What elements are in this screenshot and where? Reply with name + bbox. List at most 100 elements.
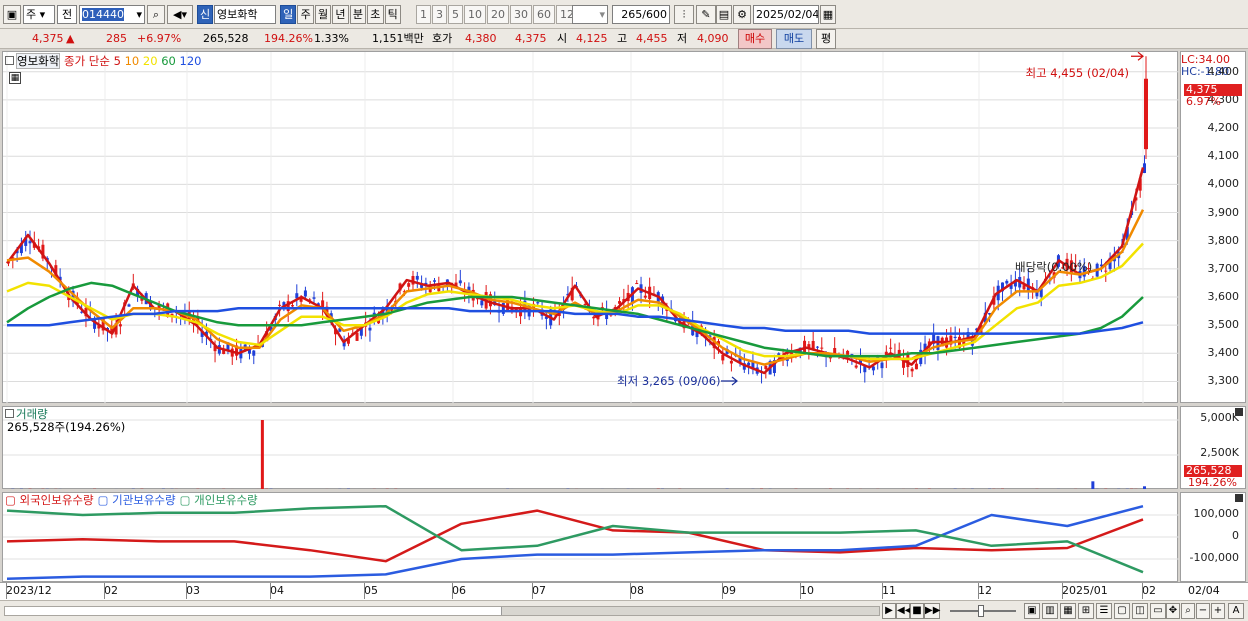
x-axis-label: 02 bbox=[104, 584, 118, 597]
period-tab[interactable]: 년 bbox=[332, 5, 349, 24]
x-axis-label: 03 bbox=[186, 584, 200, 597]
rewind-icon[interactable]: ◀◀ bbox=[896, 603, 912, 619]
volume-bar bbox=[260, 420, 264, 490]
zoom-slider-handle[interactable] bbox=[978, 605, 984, 617]
avg-button[interactable]: 평 bbox=[816, 29, 836, 49]
candle bbox=[936, 335, 940, 361]
low-annotation: 최저 3,265 (09/06) bbox=[617, 374, 721, 388]
sell-button[interactable]: 매도 bbox=[776, 29, 812, 49]
interval-tab[interactable]: 3 bbox=[432, 5, 447, 24]
zoom-slider[interactable] bbox=[950, 605, 1016, 617]
blank-select[interactable]: ▾ bbox=[572, 5, 608, 24]
window-icon[interactable]: ◫ bbox=[1132, 603, 1148, 619]
draw-icon[interactable]: ✎ bbox=[696, 5, 716, 24]
grid-icon[interactable]: ⊞ bbox=[1078, 603, 1094, 619]
fast-forward-icon[interactable]: ▶▶ bbox=[924, 603, 940, 619]
count-field[interactable]: 265/600 bbox=[612, 5, 670, 24]
holdings-legend: ▢ 외국인보유수량 ▢ 기관보유수량 ▢ 개인보유수량 bbox=[5, 493, 262, 507]
candle bbox=[910, 367, 914, 378]
speaker-icon[interactable]: ◀▾ bbox=[167, 5, 193, 24]
legend-box-icon bbox=[5, 56, 14, 65]
x-axis-label: 02 bbox=[1142, 584, 1156, 597]
ma-legend-item: 10 bbox=[124, 54, 143, 68]
save-icon[interactable]: ▤ bbox=[716, 5, 732, 24]
font-size-icon[interactable]: A bbox=[1228, 603, 1244, 619]
low-label: 저 bbox=[677, 32, 688, 45]
pan-icon[interactable]: ✥ bbox=[1166, 603, 1180, 619]
price-tick: 3,400 bbox=[1207, 346, 1240, 360]
volume-title: 거래량 bbox=[5, 407, 48, 421]
prev-select[interactable]: 전 bbox=[57, 5, 77, 24]
stock-code-value: 014440 bbox=[82, 8, 124, 21]
high-annotation: 최고 4,455 (02/04) bbox=[1025, 66, 1129, 80]
zoom-in-icon[interactable]: + bbox=[1211, 603, 1225, 619]
ma-line-20 bbox=[6, 242, 1144, 361]
close-icon[interactable] bbox=[1235, 408, 1243, 416]
search-icon[interactable]: ⌕ bbox=[147, 5, 165, 24]
price-tick: 4,100 bbox=[1207, 149, 1240, 163]
stock-code-input[interactable]: 014440 ▾ bbox=[79, 5, 145, 24]
period-tab[interactable]: 일 bbox=[280, 5, 297, 24]
price-tick: 4,400 bbox=[1207, 64, 1240, 78]
scroll-thumb[interactable] bbox=[501, 607, 879, 615]
split-icon[interactable]: ▥ bbox=[1042, 603, 1058, 619]
zoom-out-icon[interactable]: − bbox=[1196, 603, 1210, 619]
interval-tab[interactable]: 20 bbox=[487, 5, 509, 24]
stop-icon[interactable]: ■ bbox=[910, 603, 924, 619]
holdings-panel[interactable]: ▢ 외국인보유수량 ▢ 기관보유수량 ▢ 개인보유수량 bbox=[2, 492, 1179, 582]
volume-chart bbox=[3, 419, 1179, 490]
stock-name-field[interactable]: 영보화학 bbox=[214, 5, 276, 24]
zoom-icon[interactable]: ⌕ bbox=[1181, 603, 1195, 619]
scroll-track[interactable] bbox=[4, 606, 880, 616]
x-end-label: 02/04 bbox=[1188, 584, 1220, 597]
period-tab[interactable]: 주 bbox=[297, 5, 314, 24]
period-tab[interactable]: 분 bbox=[349, 5, 367, 24]
x-tick bbox=[452, 583, 453, 599]
period-tab[interactable]: 초 bbox=[367, 5, 384, 24]
buy-button[interactable]: 매수 bbox=[738, 29, 772, 49]
compare-icon[interactable]: ▣ bbox=[1024, 603, 1040, 619]
list-icon[interactable]: ☰ bbox=[1096, 603, 1112, 619]
turnover-rate: 1.33% bbox=[314, 32, 349, 45]
x-tick bbox=[104, 583, 105, 599]
x-axis-label: 06 bbox=[452, 584, 466, 597]
x-axis-label: 05 bbox=[364, 584, 378, 597]
price-tick: 3,600 bbox=[1207, 289, 1240, 303]
type-select[interactable]: 주 ▾ bbox=[23, 5, 55, 24]
interval-tab[interactable]: 60 bbox=[533, 5, 555, 24]
x-tick bbox=[630, 583, 631, 599]
volume-axis: 5,000K 2,500K 265,528 194.26% bbox=[1180, 406, 1246, 489]
holdings-legend-item: ▢ 외국인보유수량 bbox=[5, 493, 94, 507]
candle bbox=[415, 271, 419, 288]
period-tab[interactable]: 틱 bbox=[384, 5, 401, 24]
scroll-right-icon[interactable]: ▶ bbox=[882, 603, 896, 619]
interval-tabs: 1 3 5 10 20 30 60 120 bbox=[416, 5, 585, 24]
table-icon[interactable]: ▦ bbox=[9, 72, 21, 84]
x-axis-label: 2025/01 bbox=[1062, 584, 1108, 597]
interval-tab[interactable]: 5 bbox=[448, 5, 463, 24]
price-panel[interactable]: 영보화학 종가 단순 5 10 20 60 120 ▦ 최고 4,455 (02… bbox=[2, 51, 1179, 404]
ma-legend-item: 120 bbox=[179, 54, 202, 68]
volume-panel[interactable]: 거래량 265,528주(194.26%) bbox=[2, 406, 1179, 490]
type-label: 주 bbox=[26, 8, 37, 21]
candle-icon[interactable]: ⫶ bbox=[674, 5, 694, 24]
price-chart bbox=[3, 52, 1179, 404]
x-tick bbox=[978, 583, 979, 599]
close-icon[interactable] bbox=[1235, 494, 1243, 502]
gear-icon[interactable]: ⚙ bbox=[733, 5, 751, 24]
chart-icon[interactable]: ▣ bbox=[3, 5, 21, 24]
x-tick bbox=[882, 583, 883, 599]
interval-tab[interactable]: 10 bbox=[464, 5, 486, 24]
period-tab[interactable]: 월 bbox=[314, 5, 332, 24]
frame-icon[interactable]: ▢ bbox=[1114, 603, 1130, 619]
volume-info: 265,528주(194.26%) bbox=[7, 420, 126, 434]
holdings-legend-item: ▢ 기관보유수량 bbox=[97, 493, 176, 507]
layout-icon[interactable]: ▦ bbox=[1060, 603, 1076, 619]
interval-tab[interactable]: 1 bbox=[416, 5, 431, 24]
date-input[interactable]: 2025/02/04 bbox=[753, 5, 819, 24]
dock-icon[interactable]: ▭ bbox=[1150, 603, 1166, 619]
candle bbox=[252, 349, 256, 365]
calendar-icon[interactable]: ▦ bbox=[820, 5, 836, 24]
candle bbox=[863, 364, 867, 383]
interval-tab[interactable]: 30 bbox=[510, 5, 532, 24]
